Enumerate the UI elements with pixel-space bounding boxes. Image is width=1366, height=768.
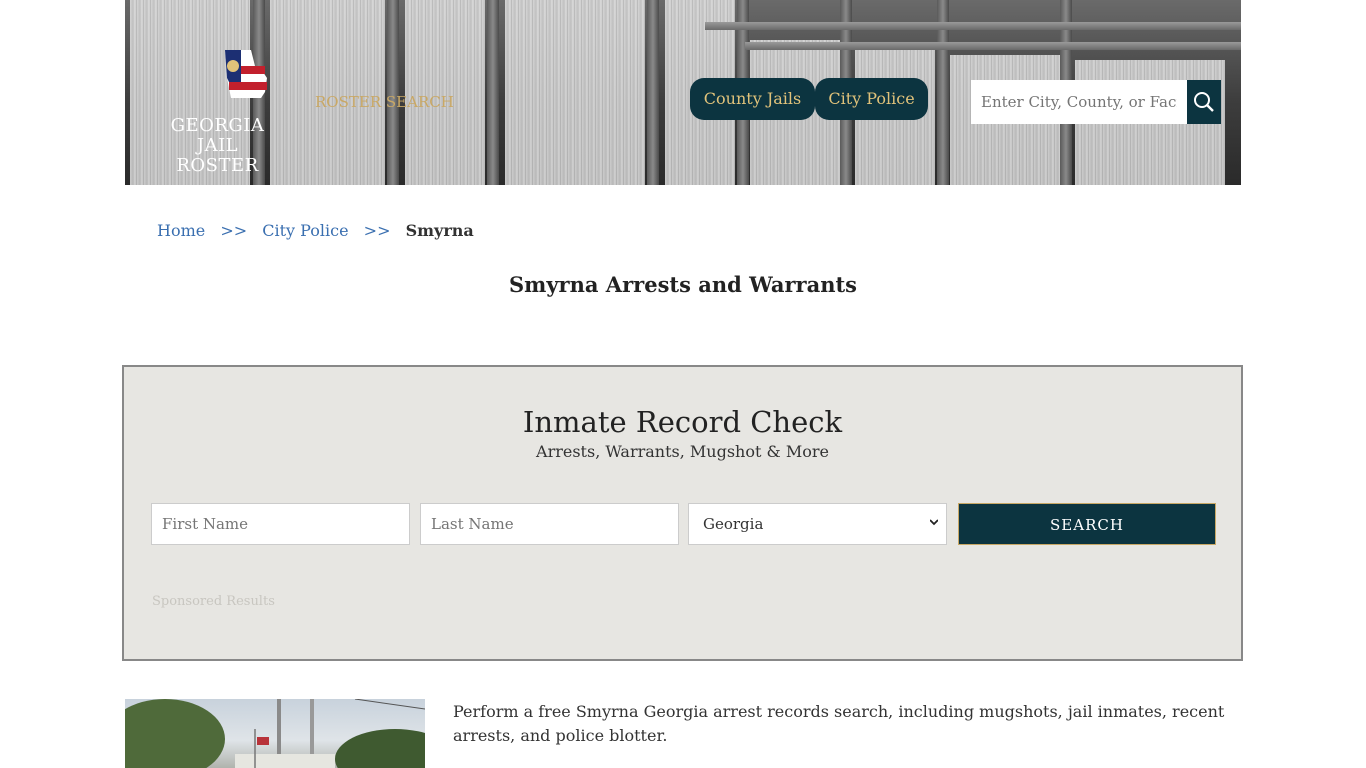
first-name-input[interactable]	[151, 503, 410, 545]
site-search-button[interactable]	[1187, 80, 1221, 124]
chevron-down-icon	[930, 519, 938, 526]
last-name-input[interactable]	[420, 503, 679, 545]
nav-county-jails[interactable]: County Jails	[690, 78, 815, 120]
state-select[interactable]: Georgia	[688, 503, 947, 545]
photo-scene	[125, 699, 425, 768]
breadcrumb-city-police[interactable]: City Police	[262, 221, 348, 240]
breadcrumb-home[interactable]: Home	[157, 221, 205, 240]
search-icon	[1194, 92, 1214, 112]
roster-search-link[interactable]: ROSTER SEARCH	[315, 93, 454, 111]
record-search-button[interactable]: SEARCH	[958, 503, 1216, 545]
breadcrumb: Home >> City Police >> Smyrna	[157, 221, 474, 240]
breadcrumb-current: Smyrna	[405, 221, 474, 240]
record-check-title: Inmate Record Check	[522, 405, 843, 439]
logo-text: GEORGIA JAIL ROSTER	[155, 116, 280, 176]
breadcrumb-separator: >>	[363, 221, 391, 240]
inmate-record-check-panel: Inmate Record Check Arrests, Warrants, M…	[122, 365, 1243, 661]
logo-line-2: JAIL ROSTER	[176, 135, 259, 176]
breadcrumb-separator: >>	[220, 221, 248, 240]
record-check-subtitle: Arrests, Warrants, Mugshot & More	[536, 442, 829, 461]
georgia-map-icon	[225, 50, 267, 98]
header-banner: GEORGIA JAIL ROSTER ROSTER SEARCH County…	[125, 0, 1241, 185]
intro-paragraph: Perform a free Smyrna Georgia arrest rec…	[453, 702, 1225, 745]
page-title: Smyrna Arrests and Warrants	[508, 272, 858, 297]
sponsored-results-label: Sponsored Results	[152, 594, 275, 609]
state-select-value: Georgia	[703, 515, 764, 533]
smyrna-police-photo	[125, 699, 425, 768]
logo-line-1: GEORGIA	[170, 115, 265, 136]
nav-city-police[interactable]: City Police	[815, 78, 928, 120]
site-search-input[interactable]	[971, 80, 1187, 124]
